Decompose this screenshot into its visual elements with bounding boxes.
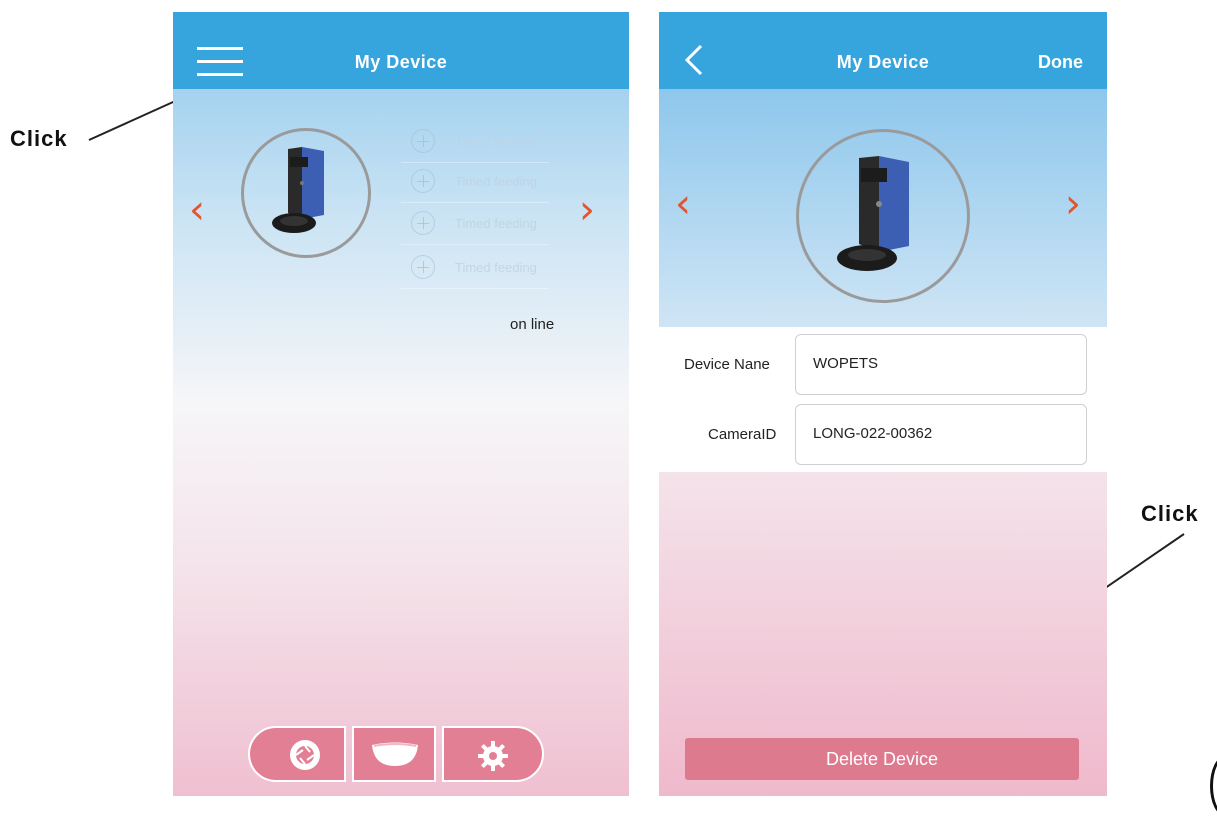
status-text: on line <box>510 316 555 333</box>
delete-device-button[interactable]: Delete Device <box>685 738 1079 780</box>
gear-icon <box>478 741 508 771</box>
camera-button[interactable] <box>248 726 346 782</box>
pet-feeder-image <box>272 147 324 233</box>
camera-id-field[interactable]: LONG-022-00362 <box>795 404 1087 465</box>
schedule-label: Timed feeding <box>455 134 537 149</box>
device-avatar[interactable] <box>241 128 371 258</box>
next-device-arrow[interactable]: › <box>1065 184 1081 224</box>
schedule-row-4[interactable]: Timed feeding <box>401 248 549 289</box>
schedule-label: Timed feeding <box>455 174 537 189</box>
camera-id-label: CameraID <box>708 426 777 443</box>
right-device-screen: My Device Done ‹ › Device Nane WOPETS Ca… <box>659 12 1107 796</box>
left-header-bar: My Device <box>173 12 629 89</box>
schedule-label: Timed feeding <box>455 216 537 231</box>
add-plus-icon <box>411 255 435 279</box>
device-name-field[interactable]: WOPETS <box>795 334 1087 395</box>
schedule-row-2[interactable]: Timed feeding <box>401 162 549 203</box>
done-button[interactable]: Done <box>1038 52 1083 73</box>
device-avatar[interactable] <box>796 129 970 303</box>
next-device-arrow[interactable]: › <box>579 190 595 230</box>
add-plus-icon <box>411 211 435 235</box>
previous-device-arrow[interactable]: ‹ <box>675 184 691 224</box>
add-plus-icon <box>411 129 435 153</box>
previous-device-arrow[interactable]: ‹ <box>189 190 205 230</box>
left-device-screen: My Device ‹ › Timed feeding Timed feedin… <box>173 12 629 796</box>
feed-button[interactable] <box>352 726 436 782</box>
schedule-label: Timed feeding <box>455 260 537 275</box>
device-name-label: Device Nane <box>684 356 770 373</box>
schedule-row-3[interactable]: Timed feeding <box>401 204 549 245</box>
settings-button[interactable] <box>442 726 544 782</box>
food-bowl-icon <box>372 742 418 766</box>
pet-feeder-image <box>837 156 909 271</box>
device-hero: ‹ › <box>659 89 1107 327</box>
camera-shutter-icon <box>290 740 320 770</box>
add-plus-icon <box>411 169 435 193</box>
page-title: My Device <box>354 52 448 72</box>
schedule-row-1[interactable]: Timed feeding <box>401 122 549 163</box>
right-header-bar: My Device Done <box>659 12 1107 89</box>
bottom-nav <box>248 726 544 782</box>
